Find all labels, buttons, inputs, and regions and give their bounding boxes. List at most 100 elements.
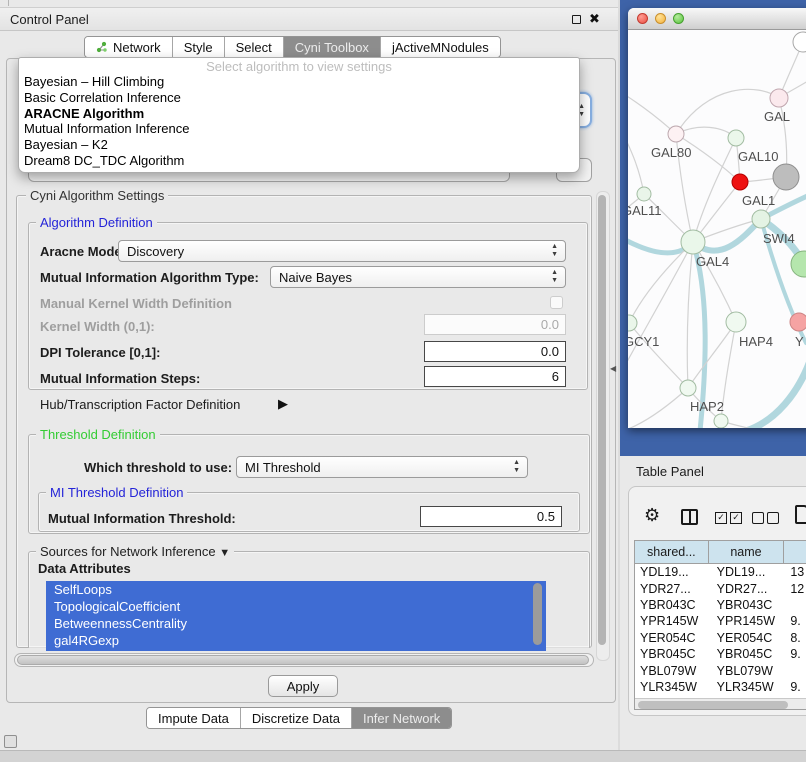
which-threshold-combo[interactable]: MI Threshold ▲▼ bbox=[236, 456, 528, 478]
table-cell: YBR045C bbox=[709, 647, 785, 661]
network-view[interactable]: GALGAL80GAL10GAL1GAL11SWI4GAL4GCY1HAP4YH… bbox=[628, 31, 806, 428]
table-row[interactable]: YDR27...YDR27...12 bbox=[635, 580, 806, 596]
network-window[interactable]: GALGAL80GAL10GAL1GAL11SWI4GAL4GCY1HAP4YH… bbox=[628, 8, 806, 428]
column-layout-icon[interactable] bbox=[681, 509, 698, 525]
apply-button[interactable]: Apply bbox=[268, 675, 338, 697]
settings-vscrollbar[interactable] bbox=[596, 191, 610, 661]
network-node-hap4[interactable] bbox=[726, 312, 746, 332]
data-attribute-item[interactable]: TopologicalCoefficient bbox=[46, 598, 546, 615]
select-all-checkboxes-icon[interactable]: ✓ ✓ bbox=[715, 512, 742, 524]
tab-network[interactable]: Network bbox=[85, 37, 173, 57]
tab-infer-network[interactable]: Infer Network bbox=[352, 708, 451, 728]
float-window-button[interactable] bbox=[572, 15, 581, 24]
attributes-vscrollbar-thumb[interactable] bbox=[533, 583, 542, 645]
close-icon[interactable]: ✖ bbox=[589, 11, 600, 27]
spinner-icon: ▲▼ bbox=[551, 243, 558, 259]
network-node-gal10[interactable] bbox=[728, 130, 744, 146]
table-row[interactable]: YBL079WYBL079W bbox=[635, 662, 806, 678]
window-edge-tick bbox=[8, 0, 9, 6]
mi-threshold-field[interactable]: 0.5 bbox=[420, 506, 562, 527]
settings-vscrollbar-thumb[interactable] bbox=[598, 195, 606, 645]
control-panel-bottom-tabbar: Impute Data Discretize Data Infer Networ… bbox=[146, 707, 452, 729]
tab-jactivemnodules[interactable]: jActiveMNodules bbox=[381, 37, 500, 57]
table-hscrollbar-thumb[interactable] bbox=[638, 701, 788, 709]
table-row[interactable]: YBR043CYBR043C bbox=[635, 597, 806, 613]
data-attributes-list: SelfLoopsTopologicalCoefficientBetweenne… bbox=[46, 581, 546, 651]
table-cell: YBR043C bbox=[635, 598, 709, 612]
column-header-partial[interactable] bbox=[784, 541, 806, 563]
network-node-y[interactable] bbox=[790, 313, 806, 331]
table-row[interactable]: YDL19...YDL19...13 bbox=[635, 564, 806, 580]
manual-kernel-checkbox[interactable] bbox=[550, 296, 563, 309]
expander-right-icon[interactable]: ▶ bbox=[278, 396, 288, 412]
tab-style[interactable]: Style bbox=[173, 37, 225, 57]
sources-title[interactable]: Sources for Network Inference ▼ bbox=[36, 544, 234, 559]
table-cell: 12 bbox=[784, 582, 806, 596]
network-edge bbox=[629, 323, 688, 388]
table-row[interactable]: YLR345WYLR345W9. bbox=[635, 679, 806, 695]
network-node-gal1[interactable] bbox=[732, 174, 748, 190]
hub-definition-label[interactable]: Hub/Transcription Factor Definition bbox=[40, 397, 240, 412]
algorithm-list-item[interactable]: Bayesian – K2 bbox=[19, 137, 579, 153]
tab-select[interactable]: Select bbox=[225, 37, 284, 57]
table-row[interactable]: YER054CYER054C8. bbox=[635, 630, 806, 646]
table-cell: YDR27... bbox=[635, 582, 709, 596]
aracne-mode-combo[interactable]: Discovery ▲▼ bbox=[118, 240, 566, 262]
network-node-gcy1[interactable] bbox=[628, 315, 637, 331]
network-window-titlebar[interactable] bbox=[628, 8, 806, 30]
network-node-gal4[interactable] bbox=[681, 230, 705, 254]
mi-type-combo[interactable]: Naive Bayes ▲▼ bbox=[270, 266, 566, 288]
column-header-name[interactable]: name bbox=[709, 541, 785, 563]
network-node-label: GAL80 bbox=[651, 145, 691, 160]
table-cell: YBL079W bbox=[709, 664, 785, 678]
network-node[interactable] bbox=[793, 32, 806, 52]
network-node-label: Y bbox=[795, 334, 804, 349]
algorithm-list-item[interactable]: Bayesian – Hill Climbing bbox=[19, 74, 579, 90]
close-traffic-light[interactable] bbox=[637, 13, 648, 24]
which-threshold-value: MI Threshold bbox=[245, 460, 321, 475]
data-attribute-item[interactable]: BetweennessCentrality bbox=[46, 615, 546, 632]
table-row[interactable]: YPR145WYPR145W9. bbox=[635, 613, 806, 629]
mi-steps-field[interactable]: 6 bbox=[424, 366, 566, 387]
network-node-gal11[interactable] bbox=[637, 187, 651, 201]
network-node-label: HAP4 bbox=[739, 334, 773, 349]
dpi-tolerance-field[interactable]: 0.0 bbox=[424, 341, 566, 362]
network-node-hap2[interactable] bbox=[680, 380, 696, 396]
settings-hscrollbar[interactable] bbox=[14, 653, 594, 667]
column-header-shared-name[interactable]: shared... bbox=[635, 541, 709, 563]
zoom-traffic-light[interactable] bbox=[673, 13, 684, 24]
bottom-status-strip bbox=[0, 750, 806, 762]
algorithm-list-item[interactable]: ARACNE Algorithm bbox=[19, 106, 579, 122]
network-node-gal80[interactable] bbox=[668, 126, 684, 142]
settings-hscrollbar-thumb[interactable] bbox=[17, 655, 589, 665]
document-icon[interactable] bbox=[795, 505, 806, 524]
float-panel-icon[interactable] bbox=[4, 735, 17, 748]
algorithm-combo-placeholder[interactable]: Select algorithm to view settings bbox=[19, 58, 579, 74]
table-row[interactable]: YBR045CYBR045C9. bbox=[635, 646, 806, 662]
data-attribute-item[interactable]: SelfLoops bbox=[46, 581, 546, 598]
data-attribute-item[interactable]: gal4RGexp bbox=[46, 632, 546, 649]
table-cell: YBR043C bbox=[709, 598, 785, 612]
network-node-gal[interactable] bbox=[770, 89, 788, 107]
table-hscrollbar[interactable] bbox=[635, 698, 806, 710]
algorithm-list-item[interactable]: Dream8 DC_TDC Algorithm bbox=[19, 153, 579, 169]
tab-cyni-toolbox[interactable]: Cyni Toolbox bbox=[284, 37, 381, 57]
table-cell: YER054C bbox=[635, 631, 709, 645]
gear-icon[interactable]: ⚙ bbox=[644, 505, 660, 526]
network-node[interactable] bbox=[714, 414, 728, 428]
network-node[interactable] bbox=[791, 251, 806, 277]
network-node-label: GAL4 bbox=[696, 254, 729, 269]
panel-resize-arrow-icon[interactable]: ◀ bbox=[610, 364, 616, 373]
network-node[interactable] bbox=[773, 164, 799, 190]
tab-impute-data[interactable]: Impute Data bbox=[147, 708, 241, 728]
network-node-swi4[interactable] bbox=[752, 210, 770, 228]
algorithm-list: Bayesian – Hill ClimbingBasic Correlatio… bbox=[19, 74, 579, 169]
tab-discretize-data[interactable]: Discretize Data bbox=[241, 708, 352, 728]
network-edge bbox=[687, 242, 693, 388]
algorithm-list-item[interactable]: Mutual Information Inference bbox=[19, 121, 579, 137]
deselect-all-checkboxes-icon[interactable] bbox=[752, 512, 779, 524]
control-panel: Control Panel ✖ Network Style Select Cyn… bbox=[0, 0, 620, 762]
minimize-traffic-light[interactable] bbox=[655, 13, 666, 24]
algorithm-list-item[interactable]: Basic Correlation Inference bbox=[19, 90, 579, 106]
kernel-width-field[interactable]: 0.0 bbox=[424, 314, 566, 335]
